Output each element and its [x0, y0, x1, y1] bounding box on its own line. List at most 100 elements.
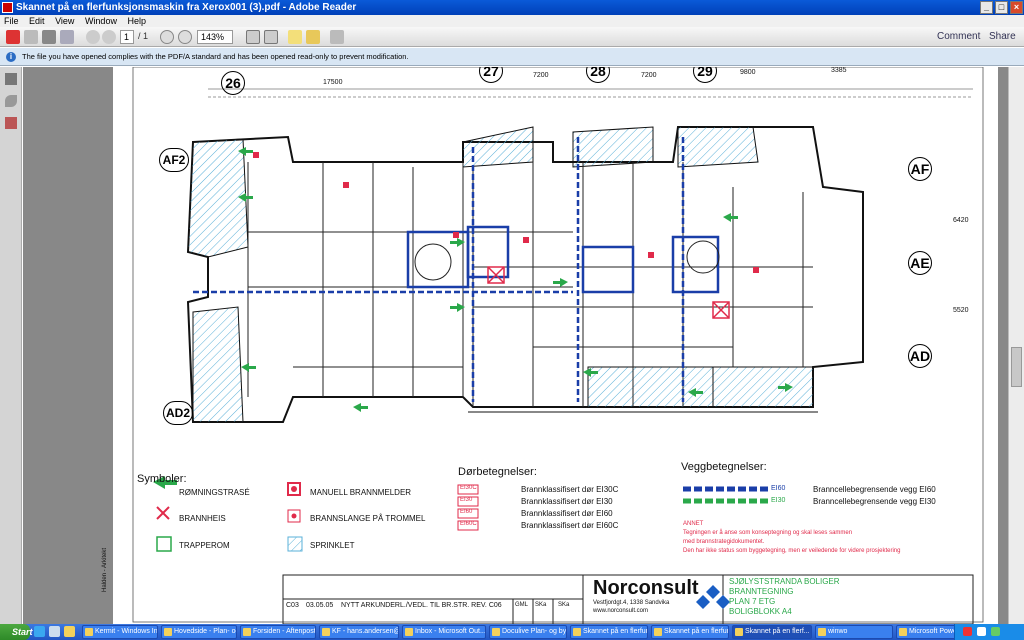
floor-plan-drawing	[132, 67, 984, 624]
symbol-fire-elevator: BRANNHEIS	[179, 514, 226, 523]
revision-b: SKa	[535, 602, 547, 608]
task-pdf-2[interactable]: Skannet på en flerfun...	[651, 625, 729, 639]
prev-page-icon[interactable]	[86, 30, 100, 44]
task-inbox[interactable]: Inbox - Microsoft Out...	[402, 625, 486, 639]
highlight-icon[interactable]	[306, 30, 320, 44]
explorer-quicklaunch-icon[interactable]	[64, 626, 75, 637]
menu-help[interactable]: Help	[127, 16, 146, 26]
revision-text: NYTT ARKUNDERL./VEDL. TIL BR.STR. REV. C…	[341, 602, 502, 609]
wall-code-1: EI60	[771, 485, 786, 492]
revision-date: 03.05.05	[306, 602, 334, 609]
ie-quicklaunch-icon[interactable]	[34, 626, 45, 637]
symbol-sprinkled: SPRINKLET	[310, 541, 355, 550]
menu-window[interactable]: Window	[85, 16, 117, 26]
start-button[interactable]: Start	[0, 624, 33, 640]
sprinkled-zone-sw	[192, 306, 244, 423]
document-area[interactable]: 26 27 28 29 AF2 AF AE AD AD2 17500 7200 …	[23, 67, 1008, 624]
task-pdf-1[interactable]: Skannet på en flerfun...	[570, 625, 648, 639]
task-kf-mail[interactable]: KF - hans.andersen@...	[319, 625, 399, 639]
door-code-2: EI30	[460, 497, 473, 503]
grid-label-ad: AD	[908, 344, 932, 368]
system-tray	[954, 624, 1024, 640]
door-text-4: Brannklassifisert dør EI60C	[521, 521, 619, 530]
menu-view[interactable]: View	[55, 16, 74, 26]
grid-label-af: AF	[908, 157, 932, 181]
pages-panel-icon[interactable]	[5, 73, 17, 85]
annet-line-3: Den har ikke status som byggetegning, me…	[683, 548, 901, 554]
project-line-4: BOLIGBLOKK A4	[729, 607, 792, 616]
task-pdf-active[interactable]: Skannet på en flerf...	[732, 625, 812, 639]
symbol-fire-hose: BRANNSLANGE PÅ TROMMEL	[310, 514, 426, 523]
page-number-input[interactable]: 1	[120, 30, 134, 44]
navigation-panel	[0, 67, 22, 624]
grid-label-af2: AF2	[159, 148, 189, 172]
info-message: The file you have opened complies with t…	[22, 52, 409, 61]
task-forsiden[interactable]: Forsiden - Aftenpost...	[240, 625, 316, 639]
door-text-3: Brannklassifisert dør EI60	[521, 509, 613, 518]
minimize-button[interactable]: _	[980, 1, 993, 14]
door-text-1: Brannklassifisert dør EI30C	[521, 485, 619, 494]
wall-text-1: Branncellebegrensende vegg EI60	[813, 485, 936, 494]
sticky-note-icon[interactable]	[288, 30, 302, 44]
zoom-level-select[interactable]: 143%	[197, 30, 233, 44]
dim-2: 7200	[533, 72, 549, 79]
title-bar: Skannet på en flerfunksjonsmaskin fra Xe…	[0, 0, 1024, 15]
page-total: / 1	[138, 31, 149, 41]
menu-edit[interactable]: Edit	[29, 16, 45, 26]
create-pdf-icon[interactable]	[6, 30, 20, 44]
fit-width-icon[interactable]	[264, 30, 278, 44]
signatures-icon[interactable]	[5, 117, 17, 129]
next-page-icon[interactable]	[102, 30, 116, 44]
grid-label-26: 26	[221, 71, 245, 95]
sprinkled-zone-west	[187, 138, 249, 258]
attachments-icon[interactable]	[5, 95, 17, 107]
project-line-3: PLAN 7 ETG	[729, 597, 776, 606]
task-kermit[interactable]: Kermit - Windows Int...	[82, 625, 158, 639]
share-link[interactable]: Share	[989, 31, 1016, 42]
vertical-scrollbar[interactable]	[1008, 67, 1024, 624]
maximize-button[interactable]: □	[995, 1, 1008, 14]
print-icon[interactable]	[42, 30, 56, 44]
norconsult-logo-icon	[696, 585, 730, 609]
annet-title: ANNET	[683, 521, 704, 527]
close-button[interactable]: ×	[1010, 1, 1023, 14]
annet-line-1: Tegningen er å anse som konseptegning og…	[683, 530, 853, 536]
tray-icon-2[interactable]	[977, 627, 986, 636]
door-text-2: Brannklassifisert dør EI30	[521, 497, 613, 506]
dim-3: 7200	[641, 72, 657, 79]
pdfa-info-bar: i The file you have opened complies with…	[0, 48, 1024, 66]
expand-icon[interactable]	[330, 30, 344, 44]
task-doculive[interactable]: Doculive Plan- og byg...	[489, 625, 567, 639]
window-title: Skannet på en flerfunksjonsmaskin fra Xe…	[16, 2, 357, 13]
symbol-manual-alarm: MANUELL BRANNMELDER	[310, 488, 412, 497]
door-code-4: EI60C	[460, 521, 477, 527]
project-line-2: BRANNTEGNING	[729, 587, 794, 596]
fit-page-icon[interactable]	[246, 30, 260, 44]
adobe-reader-icon	[2, 2, 13, 13]
comment-link[interactable]: Comment	[937, 31, 980, 42]
adobe-reader-window: Skannet på en flerfunksjonsmaskin fra Xe…	[0, 0, 1024, 640]
revision-code: C03	[286, 602, 299, 609]
email-icon[interactable]	[60, 30, 74, 44]
desktop-quicklaunch-icon[interactable]	[49, 626, 60, 637]
wall-text-2: Branncellebegrensende vegg EI30	[813, 497, 936, 506]
walls-title: Veggbetegnelser:	[681, 461, 767, 473]
dim-7: 5520	[953, 307, 969, 314]
pdf-page: 26 27 28 29 AF2 AF AE AD AD2 17500 7200 …	[102, 67, 998, 624]
taskbar: Start Kermit - Windows Int... Hovedside …	[0, 624, 1024, 640]
company-web: www.norconsult.com	[593, 608, 649, 614]
task-winwo[interactable]: winwo	[815, 625, 893, 639]
zoom-out-icon[interactable]	[160, 30, 174, 44]
menu-file[interactable]: File	[4, 16, 19, 26]
wall-code-2: EI30	[771, 497, 786, 504]
tray-icon-1[interactable]	[963, 627, 972, 636]
toolbar: 1 / 1 143% Comment Share	[0, 27, 1024, 47]
zoom-in-icon[interactable]	[178, 30, 192, 44]
save-icon[interactable]	[24, 30, 38, 44]
task-hovedside[interactable]: Hovedside - Plan- og ...	[161, 625, 237, 639]
project-line-1: SJØLYSTSTRANDA BOLIGER	[729, 577, 840, 586]
tray-icon-3[interactable]	[991, 627, 1000, 636]
dim-6: 6420	[953, 217, 969, 224]
symbol-stairwell: TRAPPEROM	[179, 541, 230, 550]
scrollbar-thumb[interactable]	[1011, 347, 1022, 387]
